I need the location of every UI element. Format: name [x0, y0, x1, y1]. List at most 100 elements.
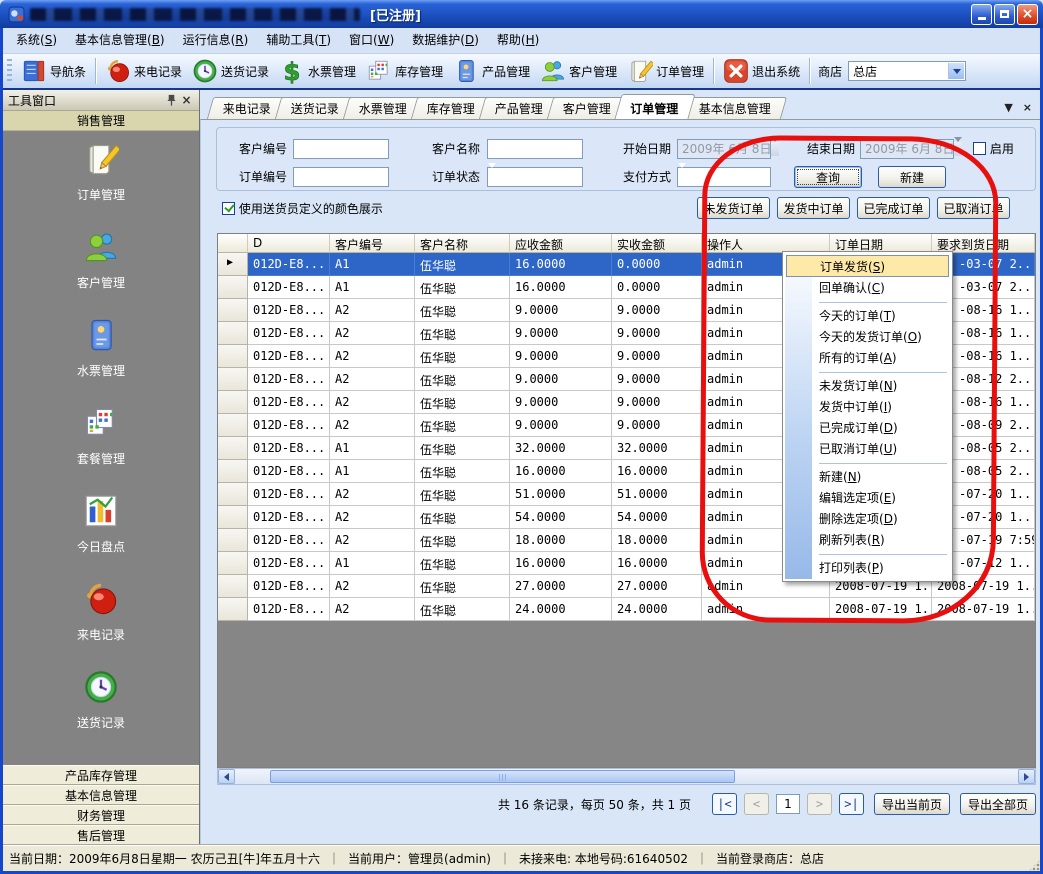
toolbar-button-people[interactable]: 客户管理 — [535, 56, 622, 86]
cell-customer_name[interactable]: 伍华聪 — [415, 460, 510, 483]
sidebar-section-产品库存管理[interactable]: 产品库存管理 — [3, 765, 199, 785]
cell-id[interactable]: 012D-E8... — [248, 414, 330, 437]
context-menu-item-打印列表[interactable]: 打印列表(P) — [785, 558, 950, 579]
cell-received[interactable]: 27.0000 — [612, 575, 702, 598]
cell-customer_no[interactable]: A1 — [330, 460, 415, 483]
sidebar-section-sales[interactable]: 销售管理 — [3, 111, 199, 131]
cell-customer_no[interactable]: A1 — [330, 437, 415, 460]
context-menu-item-编辑选定项[interactable]: 编辑选定项(E) — [785, 488, 950, 509]
order-no-input[interactable] — [293, 167, 389, 187]
tab-基本信息管理[interactable]: 基本信息管理 — [683, 97, 787, 119]
cell-order_date[interactable]: 2008-07-19 1... — [830, 598, 932, 621]
cell-receivable[interactable]: 16.0000 — [510, 276, 612, 299]
scroll-right-icon[interactable] — [1018, 769, 1035, 784]
cell-receivable[interactable]: 16.0000 — [510, 253, 612, 276]
cell-customer_name[interactable]: 伍华聪 — [415, 299, 510, 322]
cell-receivable[interactable]: 18.0000 — [510, 529, 612, 552]
cell-customer_name[interactable]: 伍华聪 — [415, 322, 510, 345]
cell-customer_name[interactable]: 伍华聪 — [415, 529, 510, 552]
checkbox-icon[interactable] — [973, 142, 986, 155]
cell-received[interactable]: 16.0000 — [612, 460, 702, 483]
cell-receivable[interactable]: 27.0000 — [510, 575, 612, 598]
menu-item-s[interactable]: 系统(S) — [7, 28, 66, 53]
cell-receivable[interactable]: 16.0000 — [510, 552, 612, 575]
cell-id[interactable]: 012D-E8... — [248, 460, 330, 483]
maximize-icon[interactable] — [994, 4, 1015, 25]
sidebar-item-来电记录[interactable]: 来电记录 — [3, 581, 199, 669]
cell-id[interactable]: 012D-E8... — [248, 575, 330, 598]
cell-customer_name[interactable]: 伍华聪 — [415, 276, 510, 299]
toolbar-grip[interactable] — [7, 59, 12, 83]
row-selector-cell[interactable] — [218, 529, 248, 552]
page-number-input[interactable] — [776, 794, 800, 814]
cell-customer_name[interactable]: 伍华聪 — [415, 391, 510, 414]
cell-operator[interactable]: admin — [702, 598, 830, 621]
cell-customer_no[interactable]: A2 — [330, 414, 415, 437]
cell-received[interactable]: 32.0000 — [612, 437, 702, 460]
prev-page-button[interactable]: < — [744, 793, 769, 815]
toolbar-button-calendar[interactable]: 库存管理 — [361, 56, 448, 86]
toolbar-button-book[interactable]: 导航条 — [16, 56, 91, 86]
cell-received[interactable]: 18.0000 — [612, 529, 702, 552]
next-page-button[interactable]: > — [807, 793, 832, 815]
context-menu-item-今天的发货订单[interactable]: 今天的发货订单(O) — [785, 327, 950, 348]
row-selector-cell[interactable] — [218, 368, 248, 391]
checkbox-checked-icon[interactable] — [222, 202, 235, 215]
menu-item-t[interactable]: 辅助工具(T) — [257, 28, 340, 53]
start-date-picker[interactable]: 2009年 6月 8日 — [677, 139, 771, 159]
column-header[interactable]: D — [248, 234, 330, 253]
column-header[interactable]: 客户编号 — [330, 234, 415, 253]
scroll-left-icon[interactable] — [218, 769, 235, 784]
pay-method-select[interactable] — [677, 167, 771, 187]
cell-customer_name[interactable]: 伍华聪 — [415, 575, 510, 598]
cell-customer_no[interactable]: A2 — [330, 391, 415, 414]
toolbar-button-card[interactable]: 产品管理 — [448, 56, 535, 86]
enable-checkbox[interactable]: 启用 — [973, 139, 1014, 159]
menu-item-h[interactable]: 帮助(H) — [488, 28, 548, 53]
toolbar-button-clock[interactable]: 送货记录 — [187, 56, 274, 86]
cell-receivable[interactable]: 24.0000 — [510, 598, 612, 621]
context-menu-item-已取消订单[interactable]: 已取消订单(U) — [785, 439, 950, 460]
cell-customer_name[interactable]: 伍华聪 — [415, 437, 510, 460]
cell-received[interactable]: 9.0000 — [612, 299, 702, 322]
customer-name-input[interactable] — [487, 139, 583, 159]
first-page-button[interactable]: |< — [712, 793, 737, 815]
cell-receivable[interactable]: 9.0000 — [510, 414, 612, 437]
order-status-select[interactable] — [487, 167, 583, 187]
cell-received[interactable]: 0.0000 — [612, 253, 702, 276]
cell-customer_no[interactable]: A2 — [330, 299, 415, 322]
row-selector-cell[interactable] — [218, 276, 248, 299]
scrollbar-thumb[interactable] — [270, 770, 735, 783]
sidebar-section-财务管理[interactable]: 财务管理 — [3, 805, 199, 825]
row-selector-cell[interactable] — [218, 552, 248, 575]
tab-订单管理[interactable]: 订单管理 — [615, 94, 696, 119]
cell-customer_name[interactable]: 伍华聪 — [415, 483, 510, 506]
row-selector-cell[interactable] — [218, 345, 248, 368]
cell-received[interactable]: 9.0000 — [612, 345, 702, 368]
chevron-down-icon[interactable] — [948, 63, 964, 79]
cell-customer_no[interactable]: A1 — [330, 276, 415, 299]
cell-received[interactable]: 24.0000 — [612, 598, 702, 621]
color-display-checkbox[interactable]: 使用送货员定义的颜色展示 — [222, 200, 383, 217]
cell-received[interactable]: 9.0000 — [612, 368, 702, 391]
cell-receivable[interactable]: 9.0000 — [510, 391, 612, 414]
row-selector-cell[interactable] — [218, 483, 248, 506]
context-menu-item-已完成订单[interactable]: 已完成订单(D) — [785, 418, 950, 439]
context-menu-item-回单确认[interactable]: 回单确认(C) — [785, 278, 950, 299]
row-selector-cell[interactable] — [218, 437, 248, 460]
row-selector-cell[interactable]: ▶ — [218, 253, 248, 276]
context-menu-item-删除选定项[interactable]: 删除选定项(D) — [785, 509, 950, 530]
cell-customer_no[interactable]: A1 — [330, 552, 415, 575]
end-date-picker[interactable]: 2009年 6月 8日 — [860, 139, 954, 159]
close-icon[interactable]: × — [1023, 101, 1032, 115]
cell-customer_name[interactable]: 伍华聪 — [415, 253, 510, 276]
cell-customer_name[interactable]: 伍华聪 — [415, 414, 510, 437]
table-row[interactable]: 012D-E8...A2伍华聪24.000024.0000admin2008-0… — [218, 598, 1035, 621]
cell-customer_no[interactable]: A2 — [330, 368, 415, 391]
cell-customer_no[interactable]: A2 — [330, 529, 415, 552]
chevron-down-icon[interactable] — [771, 142, 779, 156]
cell-received[interactable]: 16.0000 — [612, 552, 702, 575]
last-page-button[interactable]: >| — [839, 793, 864, 815]
cell-receivable[interactable]: 54.0000 — [510, 506, 612, 529]
cell-customer_no[interactable]: A2 — [330, 345, 415, 368]
